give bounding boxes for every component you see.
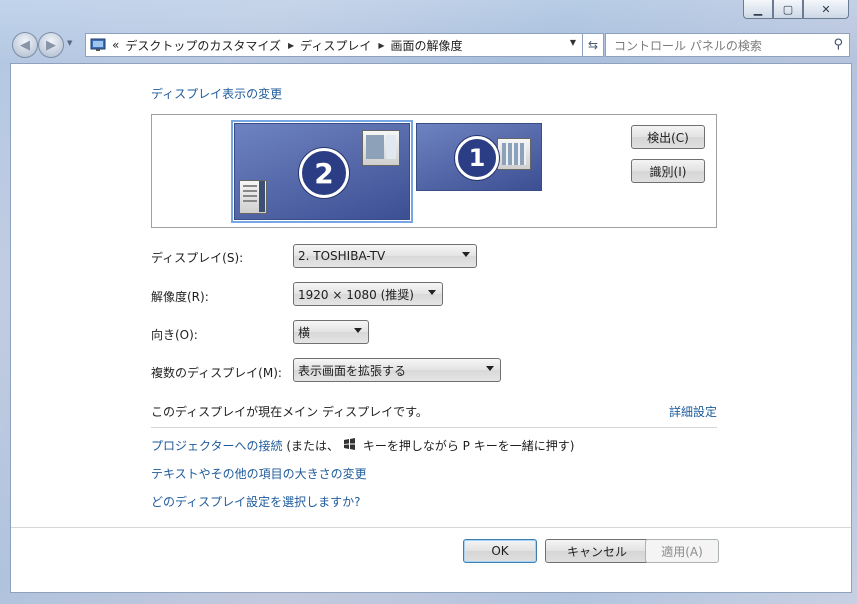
which-settings-link[interactable]: どのディスプレイ設定を選択しますか?	[151, 493, 361, 510]
window-controls: ▁ ▢ ✕	[743, 0, 849, 19]
chevron-down-icon	[428, 290, 436, 295]
search-box[interactable]: コントロール パネルの検索 ⚲	[605, 33, 850, 57]
refresh-button[interactable]: ⇆	[582, 33, 604, 57]
content-pane: ディスプレイ表示の変更 2 1 検出(C) 識別(I) ディスプレイ(S): 2…	[10, 63, 852, 593]
page-heading: ディスプレイ表示の変更	[151, 87, 283, 101]
breadcrumb-prefix[interactable]: «	[112, 38, 119, 52]
breadcrumb-item-resolution[interactable]: 画面の解像度	[390, 37, 462, 54]
back-button[interactable]: ◀	[12, 32, 38, 58]
connect-projector-link[interactable]: プロジェクターへの接続	[151, 439, 283, 453]
search-placeholder: コントロール パネルの検索	[614, 38, 762, 53]
text-size-link[interactable]: テキストやその他の項目の大きさの変更	[151, 465, 367, 482]
recent-pages-chevron-icon[interactable]: ▼	[67, 39, 72, 47]
forward-button[interactable]: ▶	[38, 32, 64, 58]
address-dropdown-icon[interactable]: ▼	[570, 38, 576, 47]
window-thumbnail-icon	[362, 130, 400, 166]
monitor-1-number: 1	[455, 136, 499, 180]
windows-logo-icon	[341, 438, 357, 453]
apply-button[interactable]: 適用(A)	[645, 539, 719, 563]
control-panel-icon	[90, 38, 106, 51]
navigation-bar: ◀ ▶ ▼ « デスクトップのカスタマイズ ▶ ディスプレイ ▶ 画面の解像度 …	[10, 30, 850, 58]
forward-arrow-icon: ▶	[46, 37, 56, 53]
chevron-down-icon	[354, 328, 362, 333]
back-arrow-icon: ◀	[20, 37, 30, 53]
maximize-icon: ▢	[782, 2, 794, 16]
window-frame: ▁ ▢ ✕ ◀ ▶ ▼ « デスクトップのカスタマイズ ▶ ディスプレイ ▶ 画…	[0, 0, 857, 604]
monitor-arrangement-area: 2 1 検出(C) 識別(I)	[151, 114, 717, 228]
projector-hint-after: キーを押しながら P キーを一緒に押す)	[359, 439, 575, 453]
advanced-settings-link[interactable]: 詳細設定	[669, 403, 717, 420]
detect-button[interactable]: 検出(C)	[631, 125, 705, 149]
minimize-button[interactable]: ▁	[743, 0, 773, 19]
close-button[interactable]: ✕	[803, 0, 849, 19]
search-icon[interactable]: ⚲	[833, 37, 843, 52]
projector-hint-before: (または、	[282, 439, 340, 453]
breadcrumb-arrow-icon[interactable]: ▶	[288, 41, 294, 50]
chevron-down-icon	[486, 366, 494, 371]
ok-button[interactable]: OK	[463, 539, 537, 563]
display-label: ディスプレイ(S):	[151, 251, 244, 265]
multiple-displays-label: 複数のディスプレイ(M):	[151, 366, 282, 380]
chevron-down-icon	[462, 252, 470, 257]
multiple-displays-select-value: 表示画面を拡張する	[298, 363, 407, 378]
breadcrumb-item-customize[interactable]: デスクトップのカスタマイズ	[125, 37, 281, 54]
display-select-value: 2. TOSHIBA-TV	[298, 249, 386, 263]
address-bar[interactable]: « デスクトップのカスタマイズ ▶ ディスプレイ ▶ 画面の解像度 ▼	[85, 33, 583, 57]
monitor-2[interactable]: 2	[231, 120, 413, 223]
breadcrumb-arrow-icon[interactable]: ▶	[378, 41, 384, 50]
maximize-button[interactable]: ▢	[773, 0, 803, 19]
footer-divider	[11, 527, 851, 528]
orientation-label: 向き(O):	[151, 328, 198, 342]
cancel-button[interactable]: キャンセル	[545, 539, 649, 563]
identify-button[interactable]: 識別(I)	[631, 159, 705, 183]
monitor-1[interactable]: 1	[416, 123, 542, 191]
monitor-2-number: 2	[299, 148, 349, 198]
breadcrumb-item-display[interactable]: ディスプレイ	[300, 37, 371, 54]
resolution-select[interactable]: 1920 × 1080 (推奨)	[293, 282, 443, 306]
resolution-select-value: 1920 × 1080 (推奨)	[298, 287, 414, 302]
minimize-icon: ▁	[753, 2, 763, 16]
calculator-thumbnail-icon	[497, 138, 531, 170]
orientation-select-value: 横	[298, 325, 311, 340]
main-display-status: このディスプレイが現在メイン ディスプレイです。	[151, 405, 428, 419]
document-thumbnail-icon	[239, 180, 267, 214]
multiple-displays-select[interactable]: 表示画面を拡張する	[293, 358, 501, 382]
display-select[interactable]: 2. TOSHIBA-TV	[293, 244, 477, 268]
projector-row: プロジェクターへの接続 (または、 キーを押しながら P キーを一緒に押す)	[151, 437, 574, 454]
orientation-select[interactable]: 横	[293, 320, 369, 344]
refresh-icon: ⇆	[587, 38, 599, 52]
close-icon: ✕	[821, 2, 831, 16]
resolution-label: 解像度(R):	[151, 290, 209, 304]
divider	[151, 427, 717, 428]
